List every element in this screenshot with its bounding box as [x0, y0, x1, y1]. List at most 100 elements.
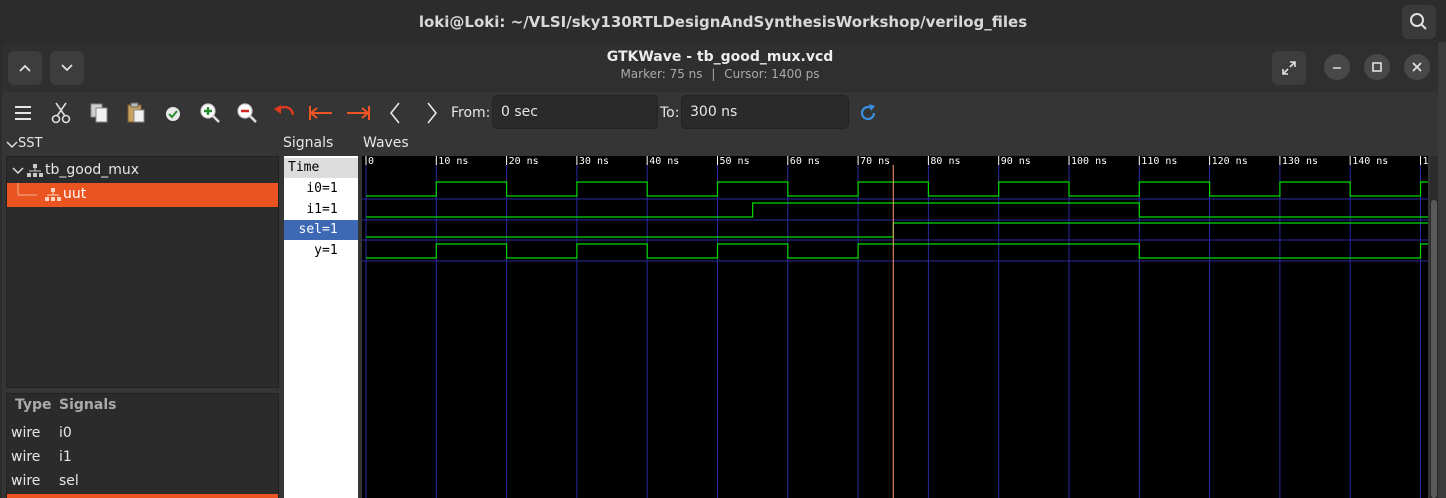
tree-branch-line: [17, 183, 37, 196]
window-title: GTKWave - tb_good_mux.vcd: [606, 49, 834, 65]
signal-value-i1[interactable]: i1=1: [284, 200, 358, 220]
ruler-tick-label: 0: [368, 156, 374, 167]
from-label: From:: [451, 105, 491, 121]
signal-name: i1: [59, 449, 72, 465]
scrollbar-thumb[interactable]: [1431, 200, 1437, 498]
reload-button[interactable]: [855, 100, 881, 126]
type-column-header[interactable]: Type: [15, 397, 52, 413]
signal-row-i1[interactable]: wire i1: [7, 446, 278, 470]
reload-icon: [860, 104, 876, 121]
signal-value: =1: [322, 222, 338, 237]
ruler-tick-label: 40 ns: [649, 156, 679, 167]
signals-column-header[interactable]: Signals: [59, 397, 116, 413]
ruler-tick-label: 150 ns: [1423, 156, 1429, 167]
signals-panel-title: Signals: [283, 135, 334, 151]
zoom-out-button[interactable]: [234, 100, 260, 126]
fullscreen-icon: [1282, 61, 1296, 75]
signal-type-list: Type Signals wire i0 wire i1 wire sel re…: [6, 393, 279, 498]
maximize-button[interactable]: [1364, 54, 1390, 80]
cursor-status: Cursor: 1400 ps: [724, 67, 820, 81]
zoom-in-icon: [200, 103, 220, 123]
ruler-tick-label: 20 ns: [509, 156, 539, 167]
signal-name: i1: [306, 202, 322, 217]
toolbar: From: 0 sec To: 300 ns: [2, 92, 1438, 134]
signal-name: y: [314, 243, 322, 258]
signal-type: wire: [11, 425, 41, 441]
signal-name: i0: [306, 181, 322, 196]
chevron-down-icon: [6, 141, 18, 149]
menu-icon: [15, 106, 31, 120]
signal-name: sel: [298, 222, 322, 237]
waveform-sel: [366, 222, 1428, 238]
minimize-button[interactable]: [1324, 54, 1350, 80]
sst-title: SST: [18, 136, 43, 151]
ruler-tick-label: 100 ns: [1071, 156, 1107, 167]
close-button[interactable]: [1404, 54, 1430, 80]
menu-button[interactable]: [10, 100, 36, 126]
minimize-icon: [1333, 67, 1341, 69]
waveform-i1: [366, 202, 1428, 218]
waveform-i0: [366, 181, 1428, 197]
ruler-tick-label: 120 ns: [1212, 156, 1248, 167]
jump-end-icon: [347, 106, 370, 120]
marker-cursor-status: Marker: 75 ns | Cursor: 1400 ps: [2, 67, 1438, 81]
signal-value-sel[interactable]: sel=1: [284, 220, 358, 240]
ruler-tick-label: 80 ns: [930, 156, 960, 167]
copy-icon: [90, 103, 108, 123]
search-icon: [1410, 13, 1427, 30]
from-time-input[interactable]: 0 sec: [492, 95, 658, 129]
waveform-y: [366, 243, 1428, 259]
signal-type: wire: [11, 473, 41, 489]
paste-button[interactable]: [123, 100, 149, 126]
maximize-icon: [1372, 62, 1382, 72]
jump-end-button[interactable]: [345, 100, 371, 126]
signal-value: =1: [322, 181, 338, 196]
terminal-title-bar: loki@Loki: ~/VLSI/sky130RTLDesignAndSynt…: [0, 0, 1446, 46]
zoom-out-icon: [237, 103, 257, 123]
waves-panel-title: Waves: [363, 135, 409, 151]
prev-edge-icon: [389, 102, 400, 124]
ruler-tick-label: 50 ns: [720, 156, 750, 167]
module-hierarchy-icon: [27, 164, 43, 177]
ruler-tick-label: 70 ns: [860, 156, 890, 167]
zoom-in-button[interactable]: [197, 100, 223, 126]
signal-row-sel[interactable]: wire sel: [7, 470, 278, 494]
terminal-search-button[interactable]: [1402, 5, 1436, 39]
status-separator: |: [711, 67, 716, 81]
prev-edge-button[interactable]: [382, 100, 408, 126]
signal-name: sel: [59, 473, 79, 489]
signal-row-y[interactable]: reg y: [7, 494, 278, 498]
tree-item-label: tb_good_mux: [45, 162, 140, 178]
select-all-button[interactable]: [160, 100, 186, 126]
vertical-scrollbar[interactable]: [1430, 156, 1438, 498]
sst-header[interactable]: SST: [2, 135, 280, 155]
to-time-input[interactable]: 300 ns: [681, 95, 849, 129]
next-edge-button[interactable]: [419, 100, 445, 126]
signal-row-i0[interactable]: wire i0: [7, 422, 278, 446]
to-label: To:: [660, 105, 680, 121]
time-row: Time: [284, 158, 358, 178]
tree-item-label: uut: [63, 186, 87, 202]
paste-icon: [127, 102, 145, 123]
cut-button[interactable]: [48, 100, 74, 126]
tree-item-uut[interactable]: uut: [7, 183, 278, 207]
tree-item-tb-good-mux[interactable]: tb_good_mux: [7, 159, 278, 183]
undo-zoom-button[interactable]: [271, 100, 297, 126]
ruler-tick-label: 30 ns: [579, 156, 609, 167]
signal-value-i0[interactable]: i0=1: [284, 179, 358, 199]
undo-icon: [274, 105, 295, 116]
signals-panel: Time i0=1 i1=1 sel=1 y=1: [284, 156, 358, 498]
ruler-tick-label: 130 ns: [1282, 156, 1318, 167]
copy-button[interactable]: [86, 100, 112, 126]
ruler-tick-label: 10 ns: [438, 156, 468, 167]
ruler-tick-label: 90 ns: [1001, 156, 1031, 167]
jump-start-button[interactable]: [308, 100, 334, 126]
waveform-canvas[interactable]: 0 10 ns 20 ns 30 ns 40 ns 50 ns 60 ns 70 ns 80 n…: [362, 156, 1428, 498]
signal-value: =1: [322, 202, 338, 217]
chevron-down-icon: [12, 167, 24, 175]
ruler-tick-label: 110 ns: [1141, 156, 1177, 167]
marker-status: Marker: 75 ns: [620, 67, 703, 81]
fullscreen-button[interactable]: [1272, 51, 1306, 85]
gtkwave-window: GTKWave - tb_good_mux.vcd Marker: 75 ns …: [2, 42, 1438, 498]
signal-value-y[interactable]: y=1: [284, 241, 358, 261]
